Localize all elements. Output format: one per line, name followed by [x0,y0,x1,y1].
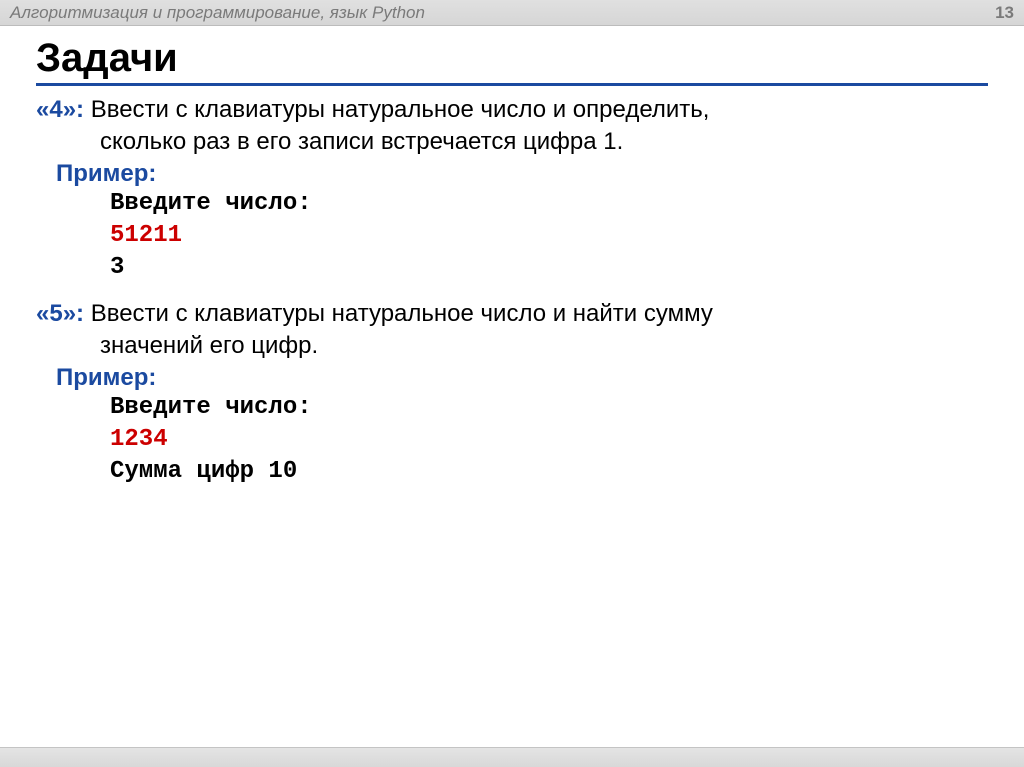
task-5-code-input: 1234 [36,424,988,456]
task-5-text1: Ввести с клавиатуры натуральное число и … [84,300,713,327]
task-5-line2: значений его цифр. [36,330,988,362]
task-5-example-label: Пример: [36,364,988,392]
top-bar: Алгоритмизация и программирование, язык … [0,0,1024,26]
header-title: Алгоритмизация и программирование, язык … [10,3,425,23]
page-number: 13 [995,3,1014,23]
content-area: Задачи «4»: Ввести с клавиатуры натураль… [0,26,1024,488]
task-4-code-output: 3 [36,252,988,284]
task-5-input-value: 1234 [110,426,168,453]
task-4-input-value: 51211 [110,222,182,249]
bottom-bar [0,747,1024,767]
task-4-line2: сколько раз в его записи встречается циф… [36,126,988,158]
task-5: «5»: Ввести с клавиатуры натуральное чис… [36,298,988,488]
task-4-label: «4»: [36,96,84,123]
task-5-code-prompt: Введите число: [36,392,988,424]
task-4-text1: Ввести с клавиатуры натуральное число и … [84,96,709,123]
task-4-line1: «4»: Ввести с клавиатуры натуральное чис… [36,94,988,126]
slide: Алгоритмизация и программирование, язык … [0,0,1024,767]
task-5-label: «5»: [36,300,84,327]
task-4: «4»: Ввести с клавиатуры натуральное чис… [36,94,988,284]
task-4-example-label: Пример: [36,160,988,188]
task-5-code-output: Сумма цифр 10 [36,456,988,488]
page-heading: Задачи [36,36,988,81]
task-4-code-input: 51211 [36,220,988,252]
task-4-code-prompt: Введите число: [36,188,988,220]
task-5-line1: «5»: Ввести с клавиатуры натуральное чис… [36,298,988,330]
heading-rule [36,83,988,86]
